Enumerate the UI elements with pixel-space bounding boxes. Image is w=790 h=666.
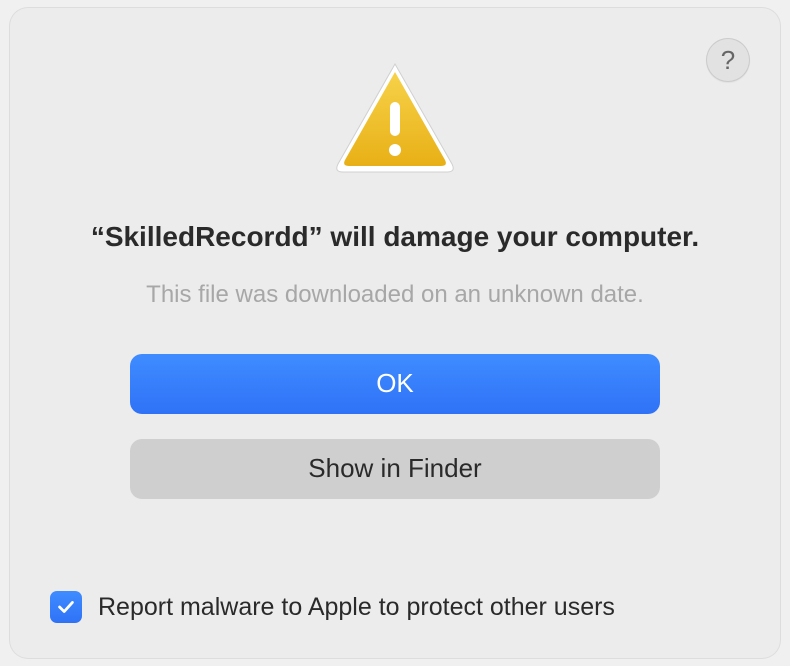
checkmark-icon [55, 596, 77, 618]
ok-button[interactable]: OK [130, 354, 660, 414]
alert-dialog: ? “SkilledRecordd” will damage your comp… [10, 8, 780, 658]
show-in-finder-label: Show in Finder [308, 453, 481, 484]
show-in-finder-button[interactable]: Show in Finder [130, 439, 660, 499]
warning-icon [330, 58, 460, 183]
help-icon: ? [721, 45, 735, 76]
alert-heading: “SkilledRecordd” will damage your comput… [91, 218, 699, 256]
report-checkbox-row: Report malware to Apple to protect other… [50, 591, 615, 623]
alert-subtext: This file was downloaded on an unknown d… [146, 281, 644, 309]
report-checkbox-label: Report malware to Apple to protect other… [98, 593, 615, 622]
help-button[interactable]: ? [706, 38, 750, 82]
ok-button-label: OK [376, 368, 414, 399]
report-checkbox[interactable] [50, 591, 82, 623]
